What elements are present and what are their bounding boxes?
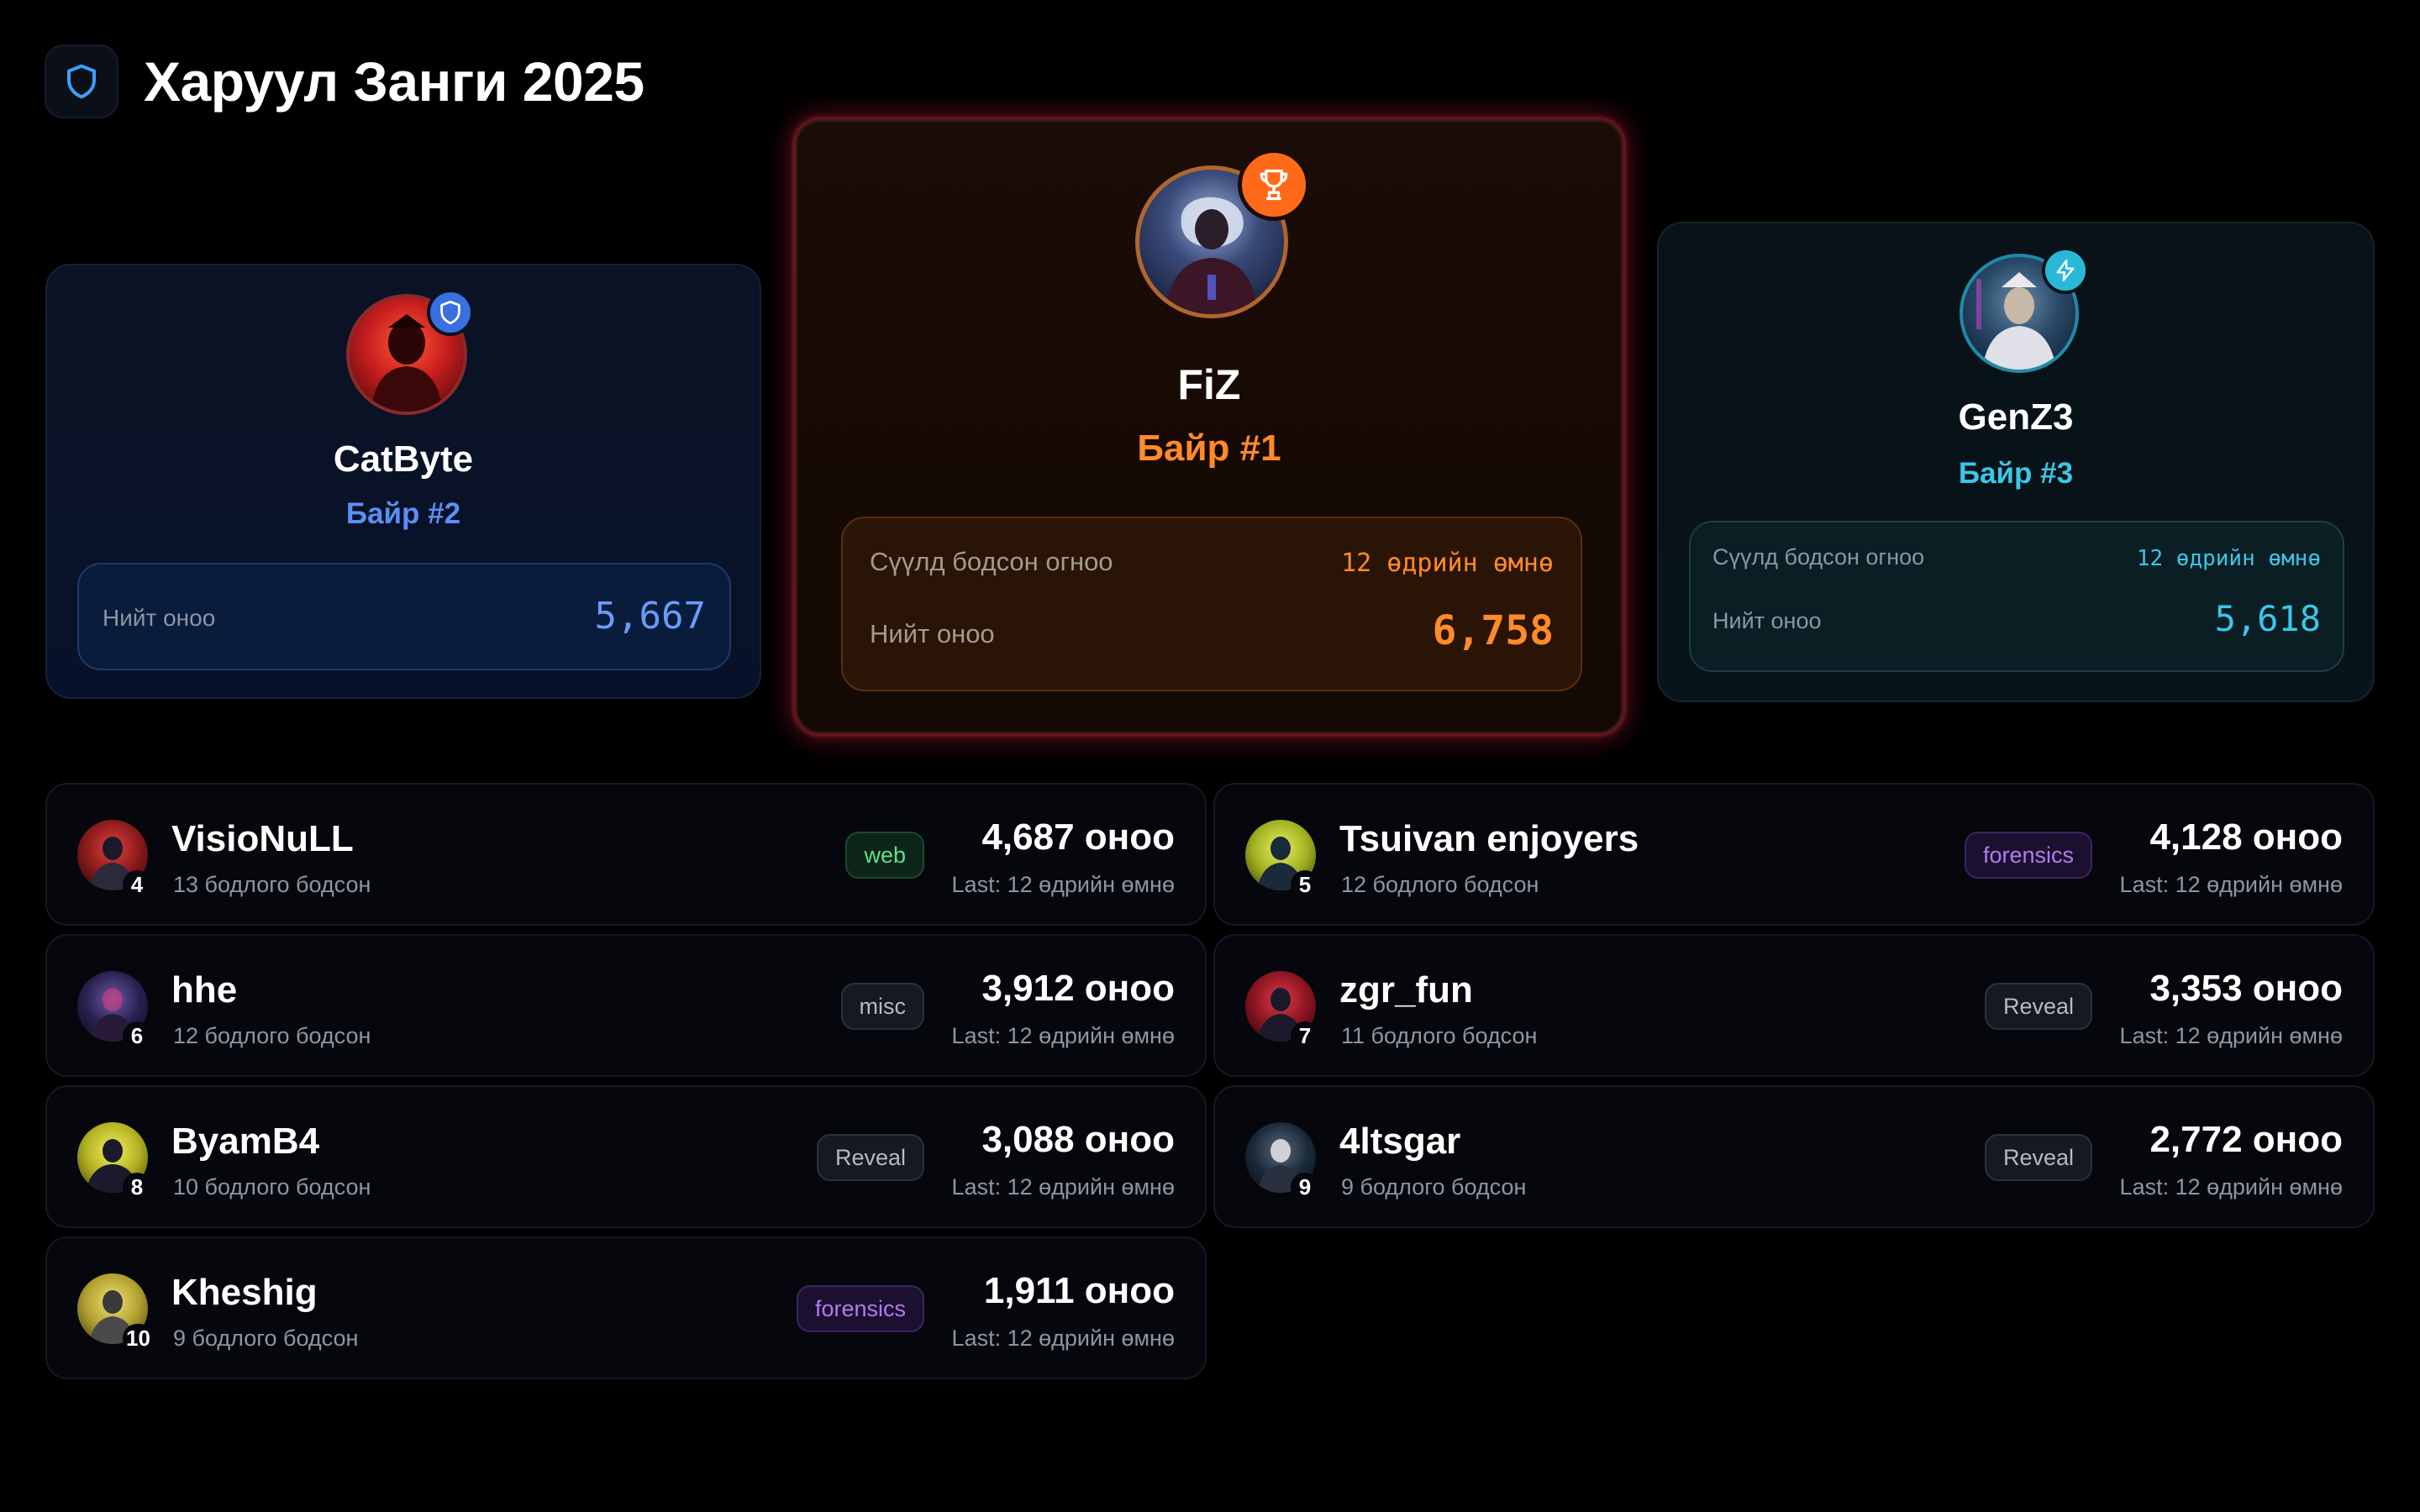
- total-value: 5,618: [2214, 598, 2321, 639]
- avatar-container: [346, 289, 474, 415]
- podium-card-third[interactable]: GenZ3 Байр #3 Сүүлд бодсон огноо 12 өдри…: [1657, 222, 2375, 702]
- page-header: Харуул Занги 2025: [45, 45, 644, 118]
- rank-number: 5: [1291, 870, 1319, 899]
- last-solve: Last: 12 өдрийн өмнө: [951, 1023, 1175, 1048]
- trophy-badge-icon: [1238, 149, 1310, 221]
- category-tag: forensics: [796, 1285, 924, 1332]
- last-solve: Last: 12 өдрийн өмнө: [951, 872, 1175, 897]
- solved-count: 10 бодлого бодсон: [173, 1174, 371, 1200]
- leaderboard-row[interactable]: 5 Tsuivan enjoyers 12 бодлого бодсон for…: [1213, 783, 2375, 926]
- last-solve: Last: 12 өдрийн өмнө: [2119, 872, 2343, 897]
- last-solve: Last: 12 өдрийн өмнө: [951, 1326, 1175, 1351]
- team-name[interactable]: hhe: [171, 969, 237, 1011]
- leaderboard-row[interactable]: 8 ByamB4 10 бодлого бодсон Reveal 3,088 …: [45, 1085, 1207, 1228]
- leaderboard-row[interactable]: 7 zgr_fun 11 бодлого бодсон Reveal 3,353…: [1213, 934, 2375, 1077]
- rank-number: 4: [123, 870, 151, 899]
- team-name[interactable]: VisioNuLL: [171, 818, 354, 860]
- category-tag: misc: [840, 983, 924, 1030]
- solved-count: 13 бодлого бодсон: [173, 872, 371, 897]
- last-solve-label: Сүүлд бодсон огноо: [870, 547, 1113, 576]
- score-box: Нийт оноо 5,667: [77, 563, 731, 670]
- leaderboard-row[interactable]: 4 VisioNuLL 13 бодлого бодсон web 4,687 …: [45, 783, 1207, 926]
- lightning-badge-icon: [2042, 247, 2089, 294]
- rank-number: 10: [123, 1324, 154, 1352]
- score-box: Сүүлд бодсон огноо 12 өдрийн өмнө Нийт о…: [841, 517, 1582, 691]
- score: 3,088 оноо: [981, 1119, 1175, 1160]
- score: 4,687 оноо: [981, 816, 1175, 858]
- category-tag: Reveal: [1984, 983, 2092, 1030]
- shield-badge-icon: [427, 289, 474, 336]
- category-tag: Reveal: [816, 1134, 924, 1181]
- team-name: GenZ3: [1958, 396, 2074, 438]
- last-solve-value: 12 өдрийн өмнө: [2136, 546, 2321, 571]
- category-tag: Reveal: [1984, 1134, 2092, 1181]
- team-name[interactable]: Kheshig: [171, 1272, 318, 1314]
- last-solve-value: 12 өдрийн өмнө: [1341, 549, 1554, 578]
- rank-number: 7: [1291, 1021, 1319, 1050]
- leaderboard-row[interactable]: 9 4ltsgar 9 бодлого бодсон Reveal 2,772 …: [1213, 1085, 2375, 1228]
- score: 4,128 оноо: [2149, 816, 2343, 858]
- total-label: Нийт оноо: [1712, 608, 1822, 633]
- podium-card-second[interactable]: CatByte Байр #2 Нийт оноо 5,667: [45, 264, 761, 699]
- total-value: 6,758: [1432, 607, 1555, 654]
- team-name: CatByte: [333, 438, 474, 480]
- podium-card-first[interactable]: FiZ Байр #1 Сүүлд бодсон огноо 12 өдрийн…: [795, 119, 1623, 734]
- team-name[interactable]: zgr_fun: [1339, 969, 1473, 1011]
- total-label: Нийт оноо: [870, 619, 995, 648]
- last-solve: Last: 12 өдрийн өмнө: [2119, 1023, 2343, 1048]
- leaderboard-row[interactable]: 10 Kheshig 9 бодлого бодсон forensics 1,…: [45, 1236, 1207, 1379]
- category-tag: forensics: [1964, 832, 2092, 879]
- leaderboard-row[interactable]: 6 hhe 12 бодлого бодсон misc 3,912 оноо …: [45, 934, 1207, 1077]
- logo-button[interactable]: [45, 45, 118, 118]
- score: 3,912 оноо: [981, 968, 1175, 1009]
- last-solve-label: Сүүлд бодсон огноо: [1712, 544, 1925, 570]
- total-label: Нийт оноо: [103, 605, 216, 631]
- rank-label: Байр #2: [345, 497, 461, 530]
- team-name[interactable]: ByamB4: [171, 1121, 319, 1163]
- avatar-container: [1135, 149, 1310, 318]
- total-value: 5,667: [594, 595, 706, 638]
- team-name[interactable]: Tsuivan enjoyers: [1339, 818, 1639, 860]
- score: 2,772 оноо: [2149, 1119, 2343, 1160]
- score-box: Сүүлд бодсон огноо 12 өдрийн өмнө Нийт о…: [1689, 521, 2344, 672]
- rank-label: Байр #1: [1137, 428, 1281, 469]
- solved-count: 12 бодлого бодсон: [173, 1023, 371, 1048]
- rank-number: 6: [123, 1021, 151, 1050]
- rank-number: 8: [123, 1173, 151, 1201]
- score: 1,911 оноо: [983, 1270, 1175, 1311]
- solved-count: 11 бодлого бодсон: [1341, 1023, 1538, 1048]
- last-solve: Last: 12 өдрийн өмнө: [951, 1174, 1175, 1200]
- solved-count: 9 бодлого бодсон: [173, 1326, 359, 1351]
- rank-number: 9: [1291, 1173, 1319, 1201]
- avatar-container: [1960, 247, 2089, 373]
- team-name: FiZ: [1177, 361, 1241, 408]
- category-tag: web: [845, 832, 924, 879]
- shield-icon: [67, 64, 96, 99]
- score: 3,353 оноо: [2149, 968, 2343, 1009]
- solved-count: 12 бодлого бодсон: [1341, 872, 1539, 897]
- solved-count: 9 бодлого бодсон: [1341, 1174, 1527, 1200]
- rank-label: Байр #3: [1958, 457, 2074, 490]
- team-name[interactable]: 4ltsgar: [1339, 1121, 1460, 1163]
- page-title: Харуул Занги 2025: [144, 50, 644, 113]
- last-solve: Last: 12 өдрийн өмнө: [2119, 1174, 2343, 1200]
